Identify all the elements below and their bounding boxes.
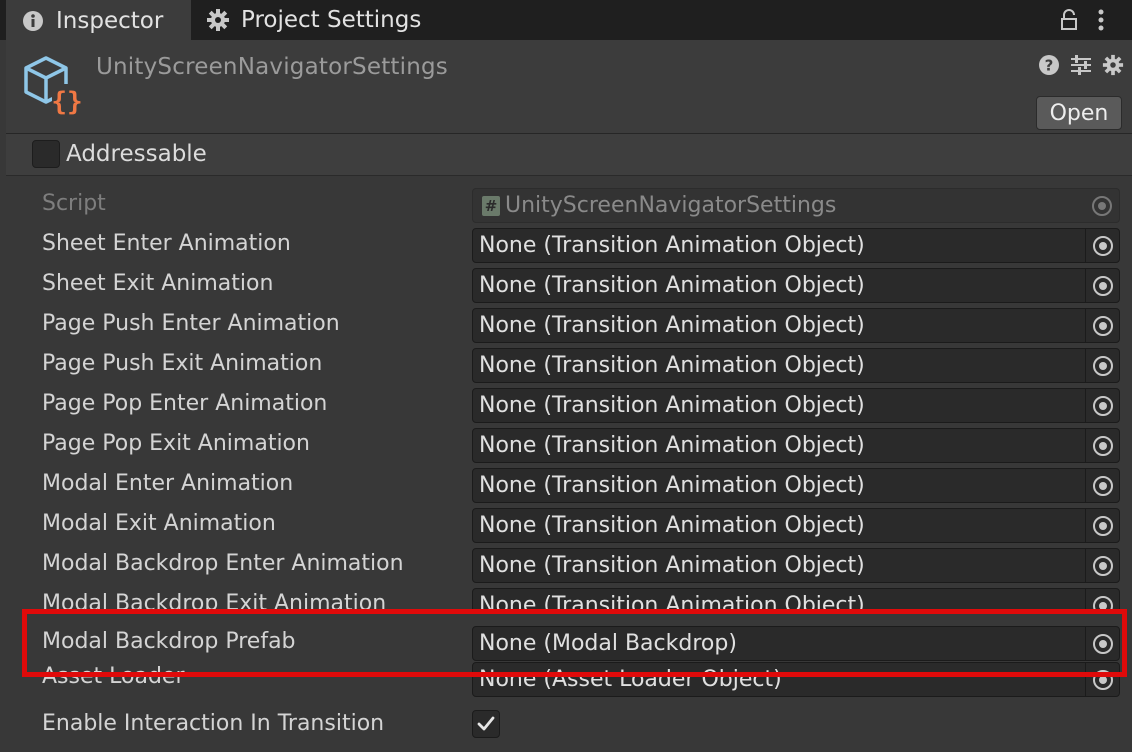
object-picker-icon [1085, 189, 1119, 222]
object-field[interactable]: None (Transition Animation Object) [472, 508, 1120, 543]
property-row: Page Push Enter Animation None (Transiti… [0, 306, 1132, 346]
tab-project-settings[interactable]: Project Settings [205, 0, 435, 40]
open-button[interactable]: Open [1036, 96, 1122, 130]
property-row: Modal Backdrop Exit Animation None (Tran… [0, 586, 1132, 610]
field-value: None (Transition Animation Object) [479, 513, 865, 538]
property-label: Page Pop Exit Animation [42, 431, 310, 456]
inspector-header: {} UnityScreenNavigatorSettings ? Open [6, 40, 1132, 134]
lock-icon[interactable] [1056, 0, 1082, 40]
property-label: Page Pop Enter Animation [42, 391, 328, 416]
object-field[interactable]: None (Transition Animation Object) [472, 588, 1120, 610]
addressable-row: Addressable [6, 134, 1132, 176]
tab-label: Project Settings [241, 7, 422, 33]
object-field[interactable]: None (Asset Loader Object) [472, 662, 1120, 697]
property-label: Sheet Enter Animation [42, 231, 291, 256]
tab-inspector[interactable]: Inspector [6, 0, 191, 40]
object-picker-icon[interactable] [1085, 549, 1119, 582]
object-field[interactable]: None (Transition Animation Object) [472, 308, 1120, 343]
help-icon[interactable]: ? [1036, 52, 1062, 78]
object-picker-icon[interactable] [1085, 509, 1119, 542]
field-value: None (Transition Animation Object) [479, 393, 865, 418]
object-picker-icon[interactable] [1085, 589, 1119, 610]
property-label: Script [42, 191, 106, 216]
property-row: Modal Backdrop Enter Animation None (Tra… [0, 546, 1132, 586]
tab-bar: Inspector Project Settings [0, 0, 1132, 40]
tab-label: Inspector [56, 8, 164, 34]
property-row: Page Push Exit Animation None (Transitio… [0, 346, 1132, 386]
property-row: Sheet Exit Animation None (Transition An… [0, 266, 1132, 306]
field-value: None (Transition Animation Object) [479, 553, 865, 578]
field-value: None (Transition Animation Object) [479, 273, 865, 298]
object-picker-icon[interactable] [1085, 269, 1119, 302]
property-label: Modal Backdrop Prefab [42, 629, 296, 654]
property-row: Page Pop Exit Animation None (Transition… [0, 426, 1132, 466]
property-label: Enable Interaction In Transition [42, 711, 385, 736]
object-picker-icon[interactable] [1085, 429, 1119, 462]
object-field[interactable]: None (Transition Animation Object) [472, 468, 1120, 503]
object-field[interactable]: None (Transition Animation Object) [472, 388, 1120, 423]
object-field[interactable]: None (Transition Animation Object) [472, 228, 1120, 263]
object-field[interactable]: None (Transition Animation Object) [472, 268, 1120, 303]
more-vert-icon[interactable] [1090, 0, 1112, 40]
property-row-modal-backdrop-prefab: Modal Backdrop Prefab None (Modal Backdr… [0, 624, 1132, 664]
field-value: None (Modal Backdrop) [479, 631, 737, 656]
field-value: None (Transition Animation Object) [479, 313, 865, 338]
checkmark-icon [477, 716, 495, 731]
field-value: None (Transition Animation Object) [479, 593, 865, 610]
addressable-checkbox[interactable] [32, 140, 60, 168]
property-label: Modal Enter Animation [42, 471, 294, 496]
property-row-enable-interaction: Enable Interaction In Transition [0, 706, 1132, 746]
object-field[interactable]: None (Transition Animation Object) [472, 428, 1120, 463]
preset-sliders-icon[interactable] [1068, 52, 1094, 78]
field-value: None (Asset Loader Object) [479, 667, 782, 692]
object-picker-icon[interactable] [1085, 469, 1119, 502]
property-row-script: Script # UnityScreenNavigatorSettings [0, 186, 1132, 226]
property-row: Modal Exit Animation None (Transition An… [0, 506, 1132, 546]
object-picker-icon[interactable] [1085, 389, 1119, 422]
object-picker-icon[interactable] [1085, 309, 1119, 342]
object-picker-icon[interactable] [1085, 229, 1119, 262]
asset-title: UnityScreenNavigatorSettings [96, 54, 448, 80]
object-field[interactable]: None (Transition Animation Object) [472, 348, 1120, 383]
property-label: Modal Exit Animation [42, 511, 276, 536]
gear-icon [205, 7, 231, 33]
property-row: Modal Enter Animation None (Transition A… [0, 466, 1132, 506]
script-icon: # [482, 196, 500, 216]
property-list: Script # UnityScreenNavigatorSettings Sh… [0, 184, 1132, 752]
field-value: None (Transition Animation Object) [479, 473, 865, 498]
svg-text:?: ? [1045, 57, 1054, 75]
property-label: Modal Backdrop Enter Animation [42, 551, 404, 576]
property-label: Asset Loader [42, 664, 185, 689]
property-label: Page Push Enter Animation [42, 311, 340, 336]
info-icon [20, 8, 46, 34]
object-picker-icon[interactable] [1085, 349, 1119, 382]
property-label: Page Push Exit Animation [42, 351, 323, 376]
svg-text:{}: {} [51, 87, 82, 116]
addressable-label: Addressable [66, 141, 207, 167]
field-value: None (Transition Animation Object) [479, 233, 865, 258]
scriptable-object-icon: {} [22, 54, 84, 117]
enable-interaction-checkbox[interactable] [472, 710, 500, 738]
property-label: Sheet Exit Animation [42, 271, 274, 296]
property-row: Sheet Enter Animation None (Transition A… [0, 226, 1132, 266]
field-value: UnityScreenNavigatorSettings [505, 193, 837, 218]
property-row: Asset Loader None (Asset Loader Object) [0, 662, 1132, 706]
settings-gear-icon[interactable] [1100, 52, 1126, 78]
field-value: None (Transition Animation Object) [479, 353, 865, 378]
field-value: None (Transition Animation Object) [479, 433, 865, 458]
object-field[interactable]: None (Modal Backdrop) [472, 626, 1120, 661]
object-field[interactable]: None (Transition Animation Object) [472, 548, 1120, 583]
property-label: Modal Backdrop Exit Animation [42, 591, 387, 610]
object-picker-icon[interactable] [1085, 627, 1119, 660]
property-row: Page Pop Enter Animation None (Transitio… [0, 386, 1132, 426]
object-picker-icon[interactable] [1085, 663, 1119, 696]
script-field: # UnityScreenNavigatorSettings [472, 188, 1120, 223]
